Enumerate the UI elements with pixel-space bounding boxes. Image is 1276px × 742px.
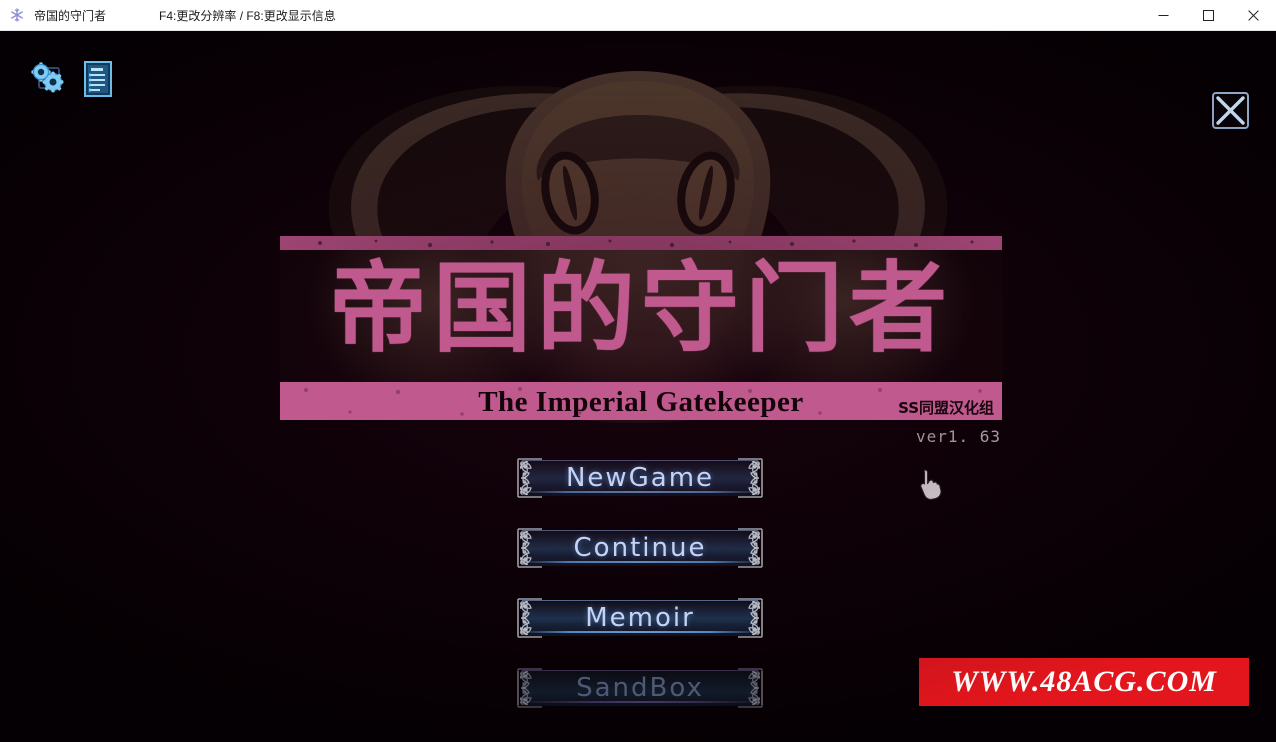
game-window: 帝国的守门者 F4:更改分辨率 / F8:更改显示信息 帝国的守门者 The I…	[0, 0, 1276, 742]
game-close-button[interactable]	[1212, 92, 1249, 129]
ornament-corner-icon	[737, 460, 763, 498]
site-watermark-banner: WWW.48ACG.COM	[919, 658, 1249, 706]
menu-item-sandbox[interactable]: SandBox	[515, 666, 765, 710]
ornament-corner-icon	[517, 600, 543, 638]
hud-left-icons	[30, 61, 119, 97]
menu-item-label: Continue	[573, 533, 707, 563]
menu-item-newgame[interactable]: NewGame	[515, 456, 765, 500]
menu-item-continue[interactable]: Continue	[515, 526, 765, 570]
window-close-button[interactable]	[1231, 0, 1276, 31]
window-hotkey-hint: F4:更改分辨率 / F8:更改显示信息	[159, 8, 336, 23]
window-titlebar: 帝国的守门者 F4:更改分辨率 / F8:更改显示信息	[0, 0, 1276, 31]
menu-item-label: Memoir	[585, 603, 695, 633]
gears-settings-icon[interactable]	[30, 61, 66, 97]
window-title: 帝国的守门者	[34, 8, 107, 23]
menu-item-memoir[interactable]: Memoir	[515, 596, 765, 640]
close-icon	[1248, 10, 1259, 21]
document-log-icon[interactable]	[83, 61, 119, 97]
ornament-corner-icon	[517, 530, 543, 568]
ornament-corner-icon	[737, 670, 763, 708]
logo-title-cn: 帝国的守门者	[328, 252, 953, 366]
menu-item-label: SandBox	[576, 673, 704, 703]
logo-title-en: The Imperial Gatekeeper	[478, 386, 804, 418]
logo-group-credit: SS同盟汉化组	[898, 399, 994, 417]
maximize-icon	[1203, 10, 1214, 21]
snowflake-icon	[9, 7, 25, 23]
ornament-corner-icon	[737, 600, 763, 638]
mouse-cursor	[916, 468, 946, 504]
menu-item-label: NewGame	[565, 463, 715, 493]
minimize-icon	[1158, 15, 1169, 16]
ornament-corner-icon	[517, 670, 543, 708]
game-logo: 帝国的守门者 The Imperial Gatekeeper SS同盟汉化组	[280, 236, 1002, 420]
pointing-hand-cursor-icon	[920, 469, 942, 500]
minimize-button[interactable]	[1141, 0, 1186, 31]
logo-grunge-top	[318, 239, 974, 248]
ornament-corner-icon	[517, 460, 543, 498]
game-canvas: 帝国的守门者 The Imperial Gatekeeper SS同盟汉化组 v…	[0, 31, 1276, 742]
watermark-text: WWW.48ACG.COM	[951, 665, 1217, 698]
version-label: ver1. 63	[915, 427, 1001, 446]
close-x-icon	[1216, 96, 1245, 125]
ornament-corner-icon	[737, 530, 763, 568]
window-controls	[1141, 0, 1276, 31]
main-menu: NewGame Continue Memoir SandBox	[515, 456, 765, 736]
maximize-button[interactable]	[1186, 0, 1231, 31]
